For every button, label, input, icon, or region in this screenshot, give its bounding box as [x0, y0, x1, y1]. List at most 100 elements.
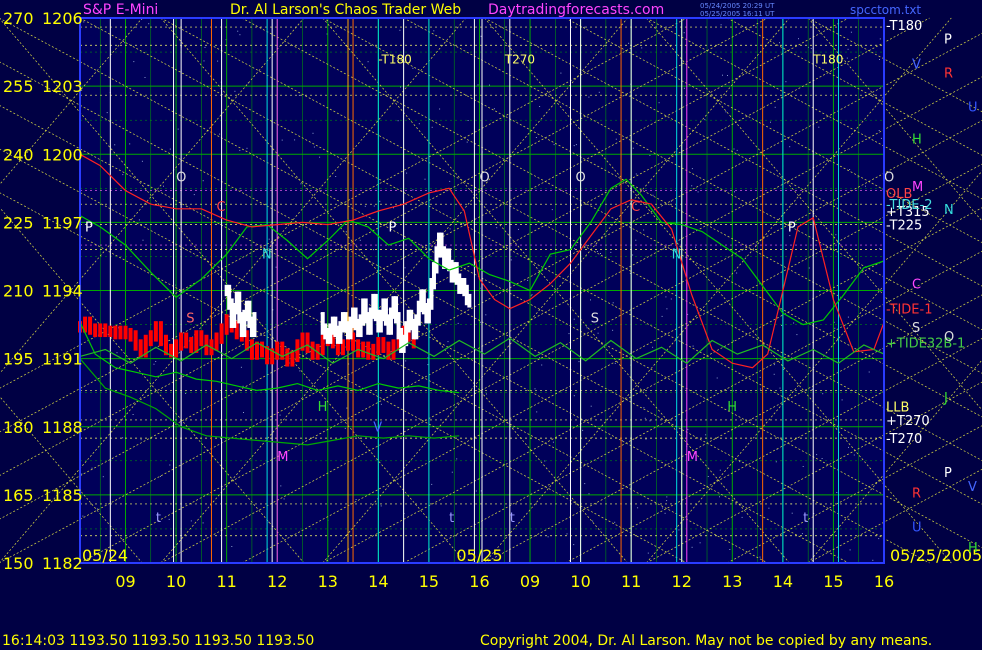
- star-dot: [404, 267, 406, 269]
- star-dot: [493, 108, 495, 110]
- plot-marker-label: N: [672, 248, 682, 263]
- star-dot: [83, 21, 85, 23]
- x-tick-label: 12: [672, 572, 692, 591]
- plot-marker-label: V: [373, 420, 382, 435]
- top-marker-label: T270: [504, 52, 535, 66]
- star-dot: [600, 253, 601, 254]
- right-level-label: -TIDE-2: [886, 198, 932, 213]
- star-dot: [116, 352, 118, 354]
- star-dot: [219, 133, 221, 135]
- y-tick-price: 1191: [42, 350, 83, 369]
- planet-letter: N: [944, 203, 954, 218]
- star-dot: [380, 505, 382, 507]
- star-dot: [801, 533, 803, 535]
- star-dot: [725, 111, 727, 113]
- quote-readout: 16:14:03 1193.50 1193.50 1193.50 1193.50: [2, 633, 314, 649]
- y-tick-alt: 150: [3, 554, 34, 573]
- x-tick-label: 15: [419, 572, 439, 591]
- star-dot: [582, 429, 584, 431]
- star-dot: [666, 500, 668, 502]
- star-dot: [512, 427, 514, 429]
- star-dot: [733, 148, 735, 150]
- top-marker-label: -T180: [378, 52, 411, 66]
- star-dot: [479, 321, 481, 323]
- star-dot: [597, 332, 599, 334]
- star-dot: [732, 340, 734, 342]
- star-dot: [596, 251, 598, 252]
- star-dot: [193, 194, 195, 196]
- star-dot: [138, 219, 140, 221]
- price-bar: [361, 341, 366, 358]
- plot-marker-label: C: [217, 200, 226, 215]
- plot-marker-label: M: [687, 450, 698, 465]
- star-dot: [400, 86, 402, 88]
- star-dot: [346, 407, 348, 409]
- star-dot: [590, 405, 592, 407]
- star-dot: [168, 518, 170, 520]
- star-dot: [802, 466, 804, 467]
- price-bar: [310, 341, 315, 360]
- timestamp-line-2: 05/25/2005 16:11 UT: [700, 10, 775, 18]
- star-dot: [373, 205, 375, 207]
- price-bar: [174, 339, 179, 358]
- x-tick-label: 09: [520, 572, 540, 591]
- plot-marker-label: O: [576, 171, 586, 186]
- star-dot: [82, 515, 84, 517]
- star-dot: [692, 345, 694, 347]
- filename-label: spcctom.txt: [850, 3, 921, 17]
- star-dot: [588, 493, 590, 495]
- star-dot: [796, 334, 798, 336]
- star-dot: [635, 173, 637, 175]
- star-dot: [586, 327, 588, 329]
- star-dot: [406, 172, 408, 174]
- star-dot: [177, 128, 179, 130]
- star-dot: [759, 388, 761, 390]
- star-dot: [294, 139, 296, 141]
- star-dot: [791, 512, 793, 514]
- star-dot: [691, 185, 693, 187]
- date-label: 05/25: [456, 546, 502, 565]
- star-dot: [868, 371, 870, 373]
- star-dot: [447, 341, 449, 343]
- star-dot: [451, 471, 453, 473]
- star-dot: [547, 536, 549, 538]
- x-tick-label: 10: [570, 572, 590, 591]
- star-dot: [610, 251, 612, 253]
- star-dot: [779, 387, 781, 389]
- star-dot: [573, 318, 575, 320]
- plot-marker-label: M: [277, 450, 288, 465]
- star-dot: [397, 120, 399, 122]
- planet-letter: M: [912, 180, 923, 195]
- star-dot: [614, 362, 616, 364]
- right-level-label: -T180: [886, 19, 922, 34]
- star-dot: [568, 333, 570, 335]
- star-dot: [879, 248, 881, 250]
- star-dot: [560, 72, 562, 74]
- star-dot: [81, 473, 83, 475]
- star-dot: [427, 364, 429, 366]
- star-dot: [163, 185, 164, 187]
- star-dot: [275, 266, 277, 268]
- star-dot: [527, 279, 529, 281]
- star-dot: [129, 143, 131, 145]
- planet-letter: S: [912, 321, 920, 336]
- instrument-label: S&P E-Mini: [83, 2, 158, 18]
- star-dot: [846, 57, 848, 59]
- star-dot: [643, 229, 645, 231]
- y-tick-price: 1188: [42, 418, 83, 437]
- price-bar: [254, 341, 259, 360]
- star-dot: [536, 411, 538, 413]
- star-dot: [647, 552, 649, 554]
- price-bar: [113, 325, 118, 340]
- planet-letter: V: [912, 57, 921, 72]
- star-dot: [598, 91, 600, 93]
- star-dot: [649, 420, 651, 422]
- x-tick-label: 13: [722, 572, 742, 591]
- price-bar: [128, 327, 133, 342]
- star-dot: [719, 496, 720, 498]
- x-tick-label: 10: [166, 572, 186, 591]
- star-dot: [412, 189, 414, 191]
- star-dot: [773, 373, 775, 375]
- star-dot: [231, 546, 233, 547]
- star-dot: [203, 60, 205, 62]
